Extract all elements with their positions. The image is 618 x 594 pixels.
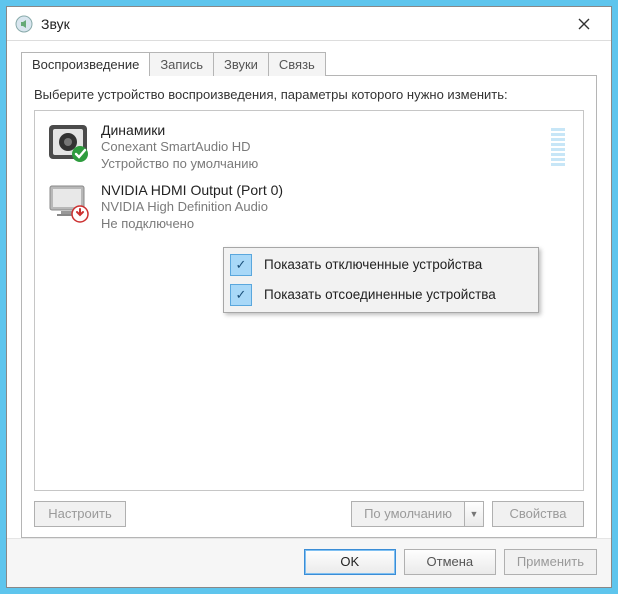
content-area: Воспроизведение Запись Звуки Связь Выбер… <box>7 41 611 538</box>
device-name: NVIDIA HDMI Output (Port 0) <box>101 181 571 199</box>
check-icon: ✓ <box>230 254 252 276</box>
speaker-icon <box>47 121 89 163</box>
menu-item-label: Показать отключенные устройства <box>264 257 482 272</box>
menu-item-label: Показать отсоединенные устройства <box>264 287 496 302</box>
titlebar: Звук <box>7 7 611 41</box>
set-default-dropdown[interactable]: ▼ <box>464 501 484 527</box>
tab-recording[interactable]: Запись <box>149 52 214 76</box>
configure-button[interactable]: Настроить <box>34 501 126 527</box>
context-menu: ✓ Показать отключенные устройства ✓ Пока… <box>223 247 539 313</box>
check-icon: ✓ <box>230 284 252 306</box>
close-button[interactable] <box>567 12 601 36</box>
menu-item-show-disabled[interactable]: ✓ Показать отключенные устройства <box>226 250 536 280</box>
panel-button-row: Настроить По умолчанию ▼ Свойства <box>34 501 584 527</box>
monitor-icon <box>47 181 89 223</box>
apply-button[interactable]: Применить <box>504 549 597 575</box>
window-title: Звук <box>41 16 567 32</box>
level-meter <box>551 128 565 166</box>
cancel-button[interactable]: Отмена <box>404 549 496 575</box>
device-text: NVIDIA HDMI Output (Port 0) NVIDIA High … <box>101 181 571 233</box>
device-list[interactable]: Динамики Conexant SmartAudio HD Устройст… <box>34 110 584 491</box>
device-description: NVIDIA High Definition Audio <box>101 199 571 216</box>
menu-item-show-disconnected[interactable]: ✓ Показать отсоединенные устройства <box>226 280 536 310</box>
sound-dialog: Звук Воспроизведение Запись Звуки Связь … <box>6 6 612 588</box>
dialog-button-row: OK Отмена Применить <box>7 538 611 587</box>
device-name: Динамики <box>101 121 539 139</box>
tab-playback[interactable]: Воспроизведение <box>21 52 150 76</box>
tab-strip: Воспроизведение Запись Звуки Связь <box>21 51 597 75</box>
tab-sounds[interactable]: Звуки <box>213 52 269 76</box>
device-item[interactable]: Динамики Conexant SmartAudio HD Устройст… <box>41 117 577 177</box>
properties-button[interactable]: Свойства <box>492 501 584 527</box>
app-icon <box>15 15 33 33</box>
device-status: Устройство по умолчанию <box>101 156 539 173</box>
instructions-text: Выберите устройство воспроизведения, пар… <box>34 86 584 104</box>
device-status: Не подключено <box>101 216 571 233</box>
tab-communications[interactable]: Связь <box>268 52 326 76</box>
ok-button[interactable]: OK <box>304 549 396 575</box>
device-description: Conexant SmartAudio HD <box>101 139 539 156</box>
device-text: Динамики Conexant SmartAudio HD Устройст… <box>101 121 539 173</box>
set-default-split: По умолчанию ▼ <box>351 501 484 527</box>
device-item[interactable]: NVIDIA HDMI Output (Port 0) NVIDIA High … <box>41 177 577 237</box>
tab-panel-playback: Выберите устройство воспроизведения, пар… <box>21 75 597 538</box>
set-default-button[interactable]: По умолчанию <box>351 501 464 527</box>
